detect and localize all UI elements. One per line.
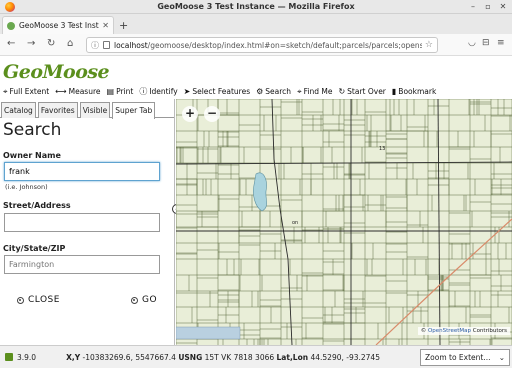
- navigation-bar: ← → ↻ ⌂ ⓘ localhost/geomoose/desktop/ind…: [0, 34, 512, 56]
- find-me-button[interactable]: ⌖ Find Me: [297, 87, 332, 97]
- tab-catalog[interactable]: Catalog: [1, 102, 36, 118]
- window-title: GeoMoose 3 Test Instance — Mozilla Firef…: [157, 2, 355, 11]
- chevron-down-icon: ⌄: [498, 353, 505, 362]
- back-icon[interactable]: ←: [7, 38, 15, 49]
- radio-icon: [17, 296, 24, 304]
- city-state-zip-input[interactable]: [4, 255, 160, 274]
- tab-title: GeoMoose 3 Test Instanc: [19, 21, 99, 30]
- geomoose-logo: GeoMoose: [3, 61, 110, 83]
- forward-icon[interactable]: →: [27, 38, 35, 49]
- parcel-map[interactable]: on 13: [176, 99, 512, 345]
- street-address-label: Street/Address: [3, 201, 71, 210]
- map-label-on: on: [292, 220, 298, 226]
- reload-icon[interactable]: ↻: [47, 38, 55, 49]
- zoom-to-extent-select[interactable]: Zoom to Extent... ⌄: [420, 349, 510, 366]
- status-bar: 3.9.0 X,Y -10383269.6, 5547667.4 USNG 15…: [0, 345, 512, 368]
- measure-button[interactable]: ⟷ Measure: [55, 87, 100, 96]
- location-icon: ⌖: [297, 86, 302, 96]
- owner-name-label: Owner Name: [3, 151, 61, 160]
- search-button[interactable]: ⚙ Search: [256, 87, 291, 96]
- app-toolbar: ⌖ Full Extent ⟷ Measure ▤ Print ⓘ Identify ➤…: [0, 84, 512, 99]
- print-button[interactable]: ▤ Print: [107, 87, 134, 96]
- url-bar[interactable]: ⓘ localhost/geomoose/desktop/index.html#…: [86, 37, 438, 53]
- close-button[interactable]: CLOSE: [17, 295, 60, 305]
- info-icon: ⓘ: [139, 87, 148, 96]
- minimize-icon[interactable]: –: [468, 2, 478, 11]
- city-state-zip-label: City/State/ZIP: [3, 244, 66, 253]
- map-view[interactable]: on 13 + − © OpenStreetMap Contributors: [176, 99, 512, 345]
- identify-button[interactable]: ⓘ Identify: [139, 86, 177, 97]
- tab-visible[interactable]: Visible: [79, 102, 111, 118]
- map-label-route: 13: [379, 146, 385, 152]
- new-tab-button[interactable]: +: [119, 19, 128, 32]
- bookmark-icon: ▮: [391, 87, 397, 96]
- side-panel: Catalog Favorites Visible Super Tab Sear…: [0, 99, 175, 345]
- start-over-button[interactable]: ↻ Start Over: [338, 87, 385, 96]
- zoom-out-button[interactable]: −: [204, 106, 220, 122]
- coordinate-readout: X,Y -10383269.6, 5547667.4 USNG 15T VK 7…: [66, 352, 380, 362]
- window-title-bar: GeoMoose 3 Test Instance — Mozilla Firef…: [0, 0, 512, 14]
- tab-favorites[interactable]: Favorites: [37, 102, 78, 118]
- url-text[interactable]: localhost/geomoose/desktop/index.html#on…: [114, 41, 422, 50]
- printer-icon: ▤: [106, 87, 115, 96]
- maximize-icon[interactable]: ▫: [483, 2, 493, 11]
- version-info: 3.9.0: [5, 353, 36, 362]
- geomoose-favicon-icon: [7, 21, 15, 30]
- owner-name-hint: (i.e. Johnson): [5, 183, 48, 191]
- gear-icon: ⚙: [256, 87, 264, 96]
- browser-tab[interactable]: GeoMoose 3 Test Instanc ✕: [2, 16, 114, 34]
- panel-tabs: Catalog Favorites Visible Super Tab: [0, 99, 174, 119]
- tab-close-icon[interactable]: ✕: [102, 21, 109, 30]
- site-info-icon[interactable]: ⓘ: [91, 40, 99, 51]
- tab-super-tab[interactable]: Super Tab: [112, 102, 156, 119]
- page-icon: [103, 41, 110, 49]
- panel-title: Search: [3, 120, 62, 140]
- zoom-in-button[interactable]: +: [182, 106, 198, 122]
- geomoose-icon: [5, 353, 13, 361]
- water-area: [176, 326, 241, 340]
- app-header: GeoMoose: [0, 56, 512, 84]
- bookmark-button[interactable]: ▮ Bookmark: [392, 87, 436, 96]
- owner-name-input[interactable]: [4, 162, 160, 181]
- menu-icon[interactable]: ≡: [497, 38, 505, 48]
- bookmark-star-icon[interactable]: ☆: [425, 40, 433, 50]
- extensions-icon[interactable]: ⊟: [482, 38, 490, 48]
- street-address-input[interactable]: [4, 213, 160, 232]
- cursor-icon: ➤: [183, 87, 191, 96]
- pocket-icon[interactable]: ◡: [468, 38, 476, 48]
- select-features-button[interactable]: ➤ Select Features: [184, 87, 250, 96]
- radio-icon: [131, 296, 138, 304]
- map-pin-icon: ⌖: [3, 86, 8, 96]
- close-window-icon[interactable]: ✕: [498, 2, 508, 11]
- refresh-icon: ↻: [338, 87, 346, 96]
- tab-strip: GeoMoose 3 Test Instanc ✕ +: [0, 14, 512, 34]
- window-controls: – ▫ ✕: [468, 2, 508, 11]
- go-button[interactable]: GO: [131, 295, 157, 305]
- home-icon[interactable]: ⌂: [67, 38, 73, 49]
- map-attribution: © OpenStreetMap Contributors: [417, 327, 510, 335]
- ruler-icon: ⟷: [55, 87, 67, 96]
- full-extent-button[interactable]: ⌖ Full Extent: [3, 87, 49, 97]
- osm-link[interactable]: OpenStreetMap: [428, 328, 471, 334]
